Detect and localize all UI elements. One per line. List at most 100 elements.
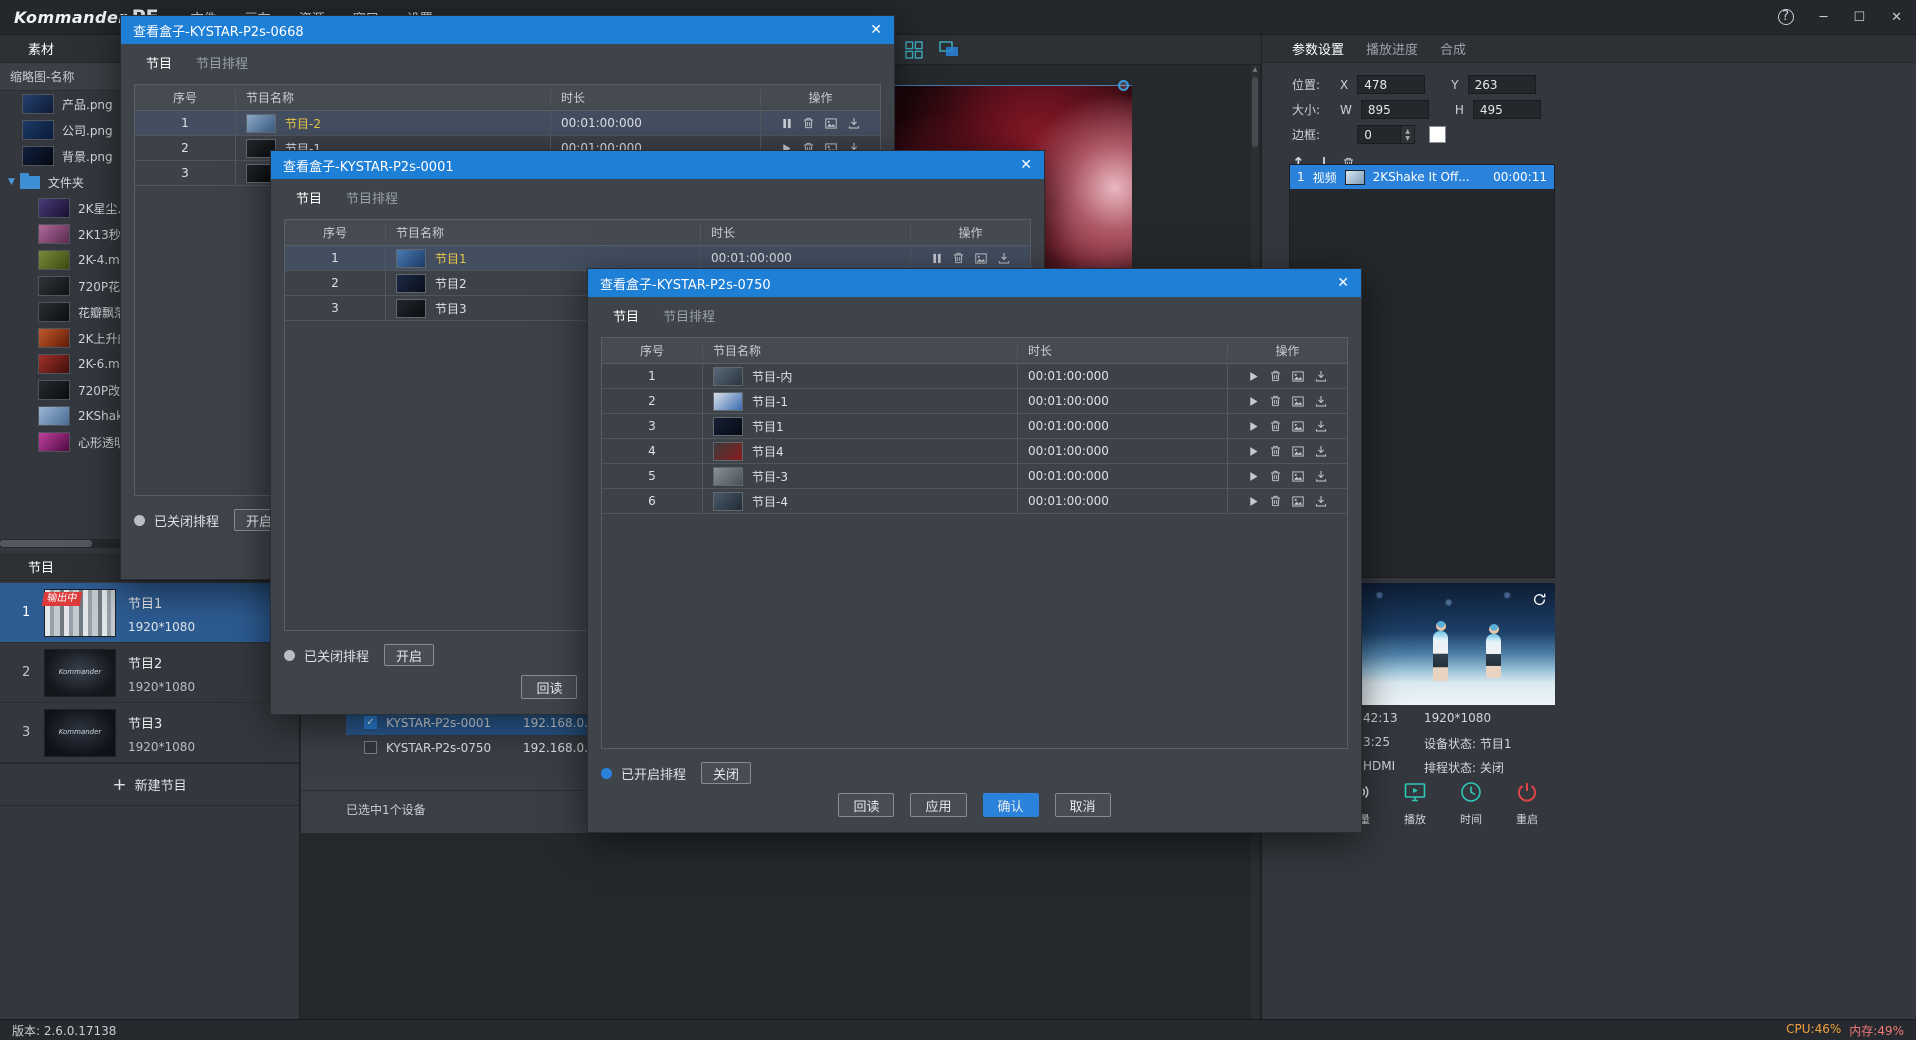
tab-program[interactable]: 节目: [284, 179, 334, 216]
program-item[interactable]: 1输出中节目11920*1080: [0, 583, 299, 643]
trash-icon[interactable]: [1270, 495, 1281, 507]
download-icon[interactable]: [998, 252, 1010, 264]
play-icon[interactable]: [1248, 471, 1259, 482]
trash-icon[interactable]: [1270, 470, 1281, 482]
schedule-toggle-button[interactable]: 关闭: [701, 762, 751, 784]
download-icon[interactable]: [848, 117, 860, 129]
material-name: 公司.png: [62, 122, 113, 139]
image-icon[interactable]: [1292, 496, 1304, 507]
layer-item[interactable]: 1 视频 2KShake It Off... 00:00:11: [1290, 165, 1554, 189]
status-value: 设备状态: 节目1: [1424, 735, 1512, 752]
table-row[interactable]: 1节目-内00:01:00:000: [602, 364, 1347, 389]
program-item[interactable]: 3Kommander节目31920*1080: [0, 703, 299, 763]
refresh-icon[interactable]: [1532, 592, 1547, 611]
table-row[interactable]: 3节目100:01:00:000: [602, 414, 1347, 439]
table-row[interactable]: 5节目-300:01:00:000: [602, 464, 1347, 489]
border-width-input[interactable]: [1357, 125, 1401, 144]
minimize-icon[interactable]: ─: [1820, 10, 1828, 25]
trash-icon[interactable]: [1270, 395, 1281, 407]
plus-icon: [112, 775, 126, 795]
readback-button[interactable]: 回读: [521, 675, 577, 699]
download-icon[interactable]: [1315, 470, 1327, 482]
play-icon[interactable]: [1248, 446, 1259, 457]
help-icon[interactable]: ?: [1778, 9, 1794, 25]
tab-schedule[interactable]: 节目排程: [651, 297, 727, 334]
row-number: 1: [135, 111, 235, 135]
screens-icon[interactable]: [939, 41, 959, 59]
column-header: 时长: [700, 224, 910, 241]
stepper-icon[interactable]: ▲▼: [1401, 125, 1415, 144]
tab-program[interactable]: 节目: [601, 297, 651, 334]
trash-icon[interactable]: [1270, 370, 1281, 382]
download-icon[interactable]: [1315, 495, 1327, 507]
trash-icon[interactable]: [953, 252, 964, 264]
clock-button[interactable]: 时间: [1449, 780, 1493, 827]
tab-program[interactable]: 节目: [134, 44, 184, 81]
pause-icon[interactable]: [932, 253, 942, 264]
maximize-icon[interactable]: ☐: [1853, 10, 1865, 25]
download-icon[interactable]: [1315, 395, 1327, 407]
monitor-button[interactable]: 播放: [1393, 780, 1437, 827]
trash-icon[interactable]: [1270, 420, 1281, 432]
width-input[interactable]: [1361, 100, 1429, 119]
pause-icon[interactable]: [782, 118, 792, 129]
view-box-dialog: 查看盒子-KYSTAR-P2s-0750✕节目节目排程序号节目名称时长操作1节目…: [587, 268, 1362, 833]
download-icon[interactable]: [1315, 445, 1327, 457]
table-row[interactable]: 1节目-200:01:00:000: [135, 111, 880, 136]
cancel-button[interactable]: 取消: [1055, 793, 1111, 817]
row-number: 4: [602, 439, 702, 463]
dialog-titlebar[interactable]: 查看盒子-KYSTAR-P2s-0668✕: [121, 16, 894, 44]
table-row[interactable]: 2节目-100:01:00:000: [602, 389, 1347, 414]
dialog-titlebar[interactable]: 查看盒子-KYSTAR-P2s-0750✕: [588, 269, 1361, 297]
program-number: 2: [22, 665, 30, 680]
play-icon[interactable]: [1248, 421, 1259, 432]
download-icon[interactable]: [1315, 420, 1327, 432]
device-checkbox[interactable]: ✓: [364, 716, 377, 729]
tab-inactive[interactable]: 播放进度: [1366, 39, 1418, 58]
image-icon[interactable]: [1292, 446, 1304, 457]
image-icon[interactable]: [1292, 396, 1304, 407]
device-checkbox[interactable]: [364, 741, 377, 754]
close-icon[interactable]: ✕: [1337, 275, 1349, 291]
height-input[interactable]: [1473, 100, 1541, 119]
program-item[interactable]: 2Kommander节目21920*1080: [0, 643, 299, 703]
image-icon[interactable]: [1292, 471, 1304, 482]
image-icon[interactable]: [1292, 371, 1304, 382]
play-icon[interactable]: [1248, 396, 1259, 407]
row-duration: 00:01:00:000: [1017, 414, 1227, 438]
grid-icon[interactable]: [905, 41, 923, 59]
table-row[interactable]: 4节目400:01:00:000: [602, 439, 1347, 464]
tab-schedule[interactable]: 节目排程: [334, 179, 410, 216]
download-icon[interactable]: [1315, 370, 1327, 382]
power-button[interactable]: 重启: [1505, 780, 1549, 827]
schedule-toggle-button[interactable]: 开启: [384, 644, 434, 666]
tab-schedule[interactable]: 节目排程: [184, 44, 260, 81]
play-icon[interactable]: [1248, 371, 1259, 382]
dialog-titlebar[interactable]: 查看盒子-KYSTAR-P2s-0001✕: [271, 151, 1044, 179]
table-row[interactable]: 6节目-400:01:00:000: [602, 489, 1347, 514]
close-icon[interactable]: ✕: [1891, 10, 1902, 25]
play-icon[interactable]: [1248, 496, 1259, 507]
image-icon[interactable]: [975, 253, 987, 264]
image-icon[interactable]: [1292, 421, 1304, 432]
close-icon[interactable]: ✕: [870, 22, 882, 38]
apply-button[interactable]: 应用: [910, 793, 966, 817]
tab-active[interactable]: 参数设置: [1292, 39, 1344, 58]
row-name-cell: 节目-3: [702, 464, 1017, 488]
border-color-swatch[interactable]: [1429, 126, 1446, 143]
y-input[interactable]: [1468, 75, 1536, 94]
confirm-button[interactable]: 确认: [983, 793, 1039, 817]
close-icon[interactable]: ✕: [1020, 157, 1032, 173]
selection-handle[interactable]: [1118, 80, 1129, 91]
row-operations: [1227, 464, 1347, 488]
image-icon[interactable]: [825, 118, 837, 129]
tab-inactive[interactable]: 合成: [1440, 39, 1466, 58]
new-program-button[interactable]: 新建节目: [0, 763, 299, 806]
thumbnail-logo-text: Kommander: [45, 668, 115, 676]
x-input[interactable]: [1357, 75, 1425, 94]
trash-icon[interactable]: [1270, 445, 1281, 457]
readback-button[interactable]: 回读: [838, 793, 894, 817]
scroll-up-icon[interactable]: ▲: [1251, 65, 1259, 75]
trash-icon[interactable]: [803, 117, 814, 129]
chevron-down-icon[interactable]: ▼: [8, 177, 15, 187]
